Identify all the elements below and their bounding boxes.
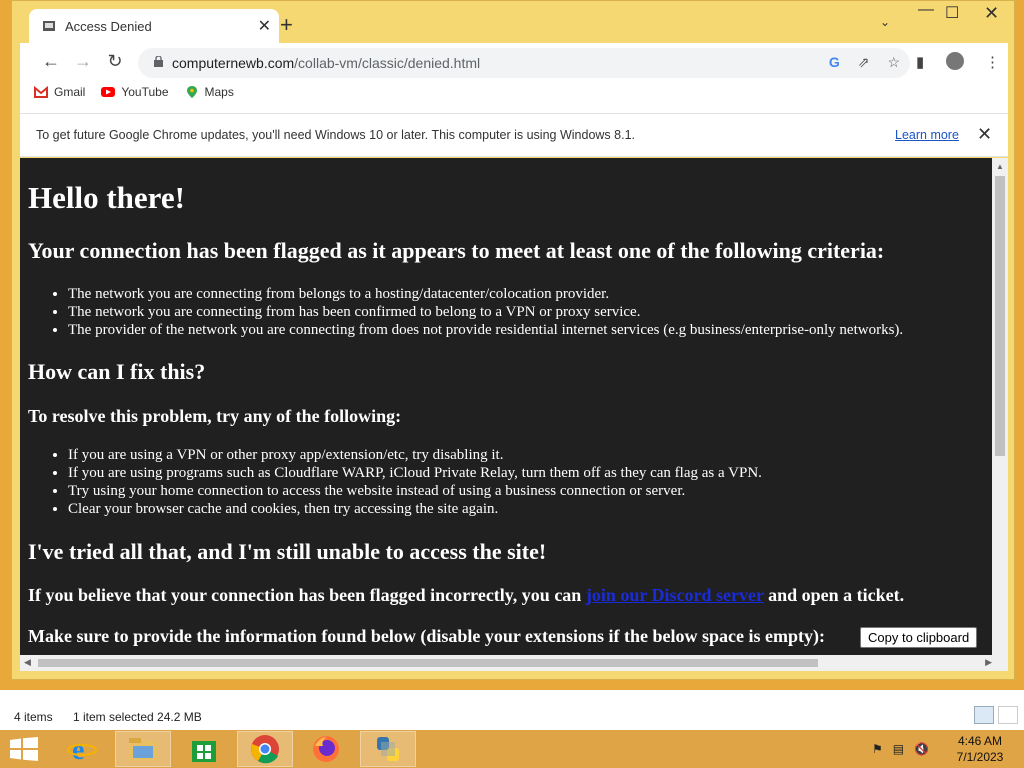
lock-icon <box>154 56 163 67</box>
store-icon[interactable] <box>176 731 232 767</box>
title-bar: Access Denied ✕ + ⌄ — ☐ ✕ <box>12 1 1014 43</box>
forward-icon[interactable]: → <box>70 51 96 73</box>
discord-link[interactable]: join our Discord server <box>586 585 764 605</box>
chrome-window: Access Denied ✕ + ⌄ — ☐ ✕ ← → ↻ computer… <box>11 0 1015 680</box>
bookmark-label: Gmail <box>54 85 86 99</box>
list-item: If you are using a VPN or other proxy ap… <box>68 446 762 464</box>
share-icon[interactable]: ⇗ <box>858 54 870 71</box>
file-explorer-icon[interactable] <box>115 731 171 767</box>
infobar-message: To get future Google Chrome updates, you… <box>36 128 635 142</box>
tab-search-icon[interactable]: ⌄ <box>880 15 890 29</box>
tab-close-icon[interactable]: ✕ <box>258 16 271 36</box>
list-item: If you are using programs such as Cloudf… <box>68 464 762 482</box>
view-buttons <box>974 706 1018 724</box>
provide-paragraph: Make sure to provide the information fou… <box>28 626 826 646</box>
infobar-close-icon[interactable]: ✕ <box>977 124 992 145</box>
svg-text:e: e <box>72 735 84 764</box>
volume-muted-icon[interactable]: 🔇 <box>914 742 929 756</box>
url-host: computernewb.com <box>172 55 295 71</box>
chrome-icon[interactable] <box>237 731 293 767</box>
maps-icon <box>186 86 197 98</box>
list-item: The network you are connecting from has … <box>68 303 903 321</box>
firefox-icon[interactable] <box>298 731 354 767</box>
maximize-icon[interactable]: ☐ <box>945 3 959 23</box>
large-icons-view-icon[interactable] <box>998 706 1018 724</box>
system-clock[interactable]: 4:46 AM 7/1/2023 <box>952 733 1008 765</box>
bookmark-maps[interactable]: Maps <box>185 85 234 99</box>
network-icon[interactable]: ▤ <box>893 742 904 756</box>
scroll-left-icon[interactable]: ◀ <box>24 657 31 668</box>
resolve-heading: To resolve this problem, try any of the … <box>28 406 402 426</box>
close-window-icon[interactable]: ✕ <box>984 3 999 24</box>
criteria-list: The network you are connecting from belo… <box>28 285 903 339</box>
side-panel-icon[interactable]: ▮ <box>916 53 924 71</box>
copy-to-clipboard-button[interactable]: Copy to clipboard <box>860 627 978 648</box>
list-item: Clear your browser cache and cookies, th… <box>68 500 762 518</box>
bookmarks-bar: Gmail YouTube Maps <box>34 85 234 99</box>
scroll-up-icon[interactable]: ▲ <box>996 162 1004 171</box>
bookmark-label: Maps <box>204 85 234 99</box>
menu-icon[interactable]: ⋮ <box>985 53 1000 71</box>
selection-info: 1 item selected 24.2 MB <box>73 710 202 724</box>
file-explorer-status-bar: 4 items 1 item selected 24.2 MB <box>0 690 1024 730</box>
list-item: The provider of the network you are conn… <box>68 321 903 339</box>
believe-paragraph: If you believe that your connection has … <box>28 585 904 606</box>
url-text: computernewb.com/collab-vm/classic/denie… <box>172 55 480 71</box>
scroll-right-icon[interactable]: ▶ <box>985 657 992 668</box>
url-path: /collab-vm/classic/denied.html <box>294 55 481 71</box>
action-center-flag-icon[interactable]: ⚑ <box>872 742 883 756</box>
start-windows-icon[interactable] <box>10 737 38 761</box>
clock-time: 4:46 AM <box>957 734 1003 748</box>
internet-explorer-icon[interactable]: e <box>54 731 110 767</box>
profile-avatar-icon[interactable] <box>946 52 964 70</box>
tab-access-denied[interactable]: Access Denied ✕ <box>29 9 279 43</box>
vertical-scroll-thumb[interactable] <box>995 176 1005 456</box>
collabvm-favicon-icon <box>43 21 55 31</box>
horizontal-scrollbar[interactable]: ◀ ▶ <box>20 655 1008 671</box>
vertical-scrollbar[interactable]: ▲ <box>992 158 1008 655</box>
bookmark-youtube[interactable]: YouTube <box>101 85 169 99</box>
system-tray: ⚑ ▤ 🔇 <box>872 742 929 756</box>
fix-list: If you are using a VPN or other proxy ap… <box>28 446 762 518</box>
learn-more-link[interactable]: Learn more <box>895 128 959 142</box>
bookmark-star-icon[interactable]: ☆ <box>887 54 900 71</box>
clock-date: 7/1/2023 <box>956 750 1004 764</box>
reload-icon[interactable]: ↻ <box>102 51 128 73</box>
criteria-heading: Your connection has been flagged as it a… <box>28 238 885 263</box>
believe-text-end: and open a ticket. <box>763 585 905 605</box>
new-tab-icon[interactable]: + <box>280 12 293 38</box>
gmail-icon <box>34 86 48 98</box>
minimize-icon[interactable]: — <box>918 1 934 19</box>
omnibox-icons: G ⇗ ☆ <box>829 54 900 71</box>
fix-heading: How can I fix this? <box>28 359 206 384</box>
bookmark-gmail[interactable]: Gmail <box>34 85 85 99</box>
bookmark-label: YouTube <box>121 85 169 99</box>
tab-title: Access Denied <box>65 19 152 34</box>
back-icon[interactable]: ← <box>38 51 64 73</box>
hello-heading: Hello there! <box>28 180 185 215</box>
google-lens-icon[interactable]: G <box>829 54 840 71</box>
python-icon[interactable] <box>360 731 416 767</box>
items-count: 4 items <box>14 710 53 724</box>
details-view-icon[interactable] <box>974 706 994 724</box>
youtube-icon <box>101 87 116 97</box>
list-item: Try using your home connection to access… <box>68 482 762 500</box>
horizontal-scroll-thumb[interactable] <box>38 659 818 667</box>
address-bar[interactable]: computernewb.com/collab-vm/classic/denie… <box>138 48 910 78</box>
browser-toolbar: ← → ↻ computernewb.com/collab-vm/classic… <box>20 43 1008 113</box>
list-item: The network you are connecting from belo… <box>68 285 903 303</box>
page-viewport: Hello there! Your connection has been fl… <box>20 158 992 655</box>
taskbar: e ⚑ ▤ 🔇 4:46 AM 7/1/2023 <box>0 730 1024 768</box>
tried-heading: I've tried all that, and I'm still unabl… <box>28 539 547 564</box>
update-infobar: To get future Google Chrome updates, you… <box>20 113 1008 157</box>
believe-text-start: If you believe that your connection has … <box>28 585 586 605</box>
